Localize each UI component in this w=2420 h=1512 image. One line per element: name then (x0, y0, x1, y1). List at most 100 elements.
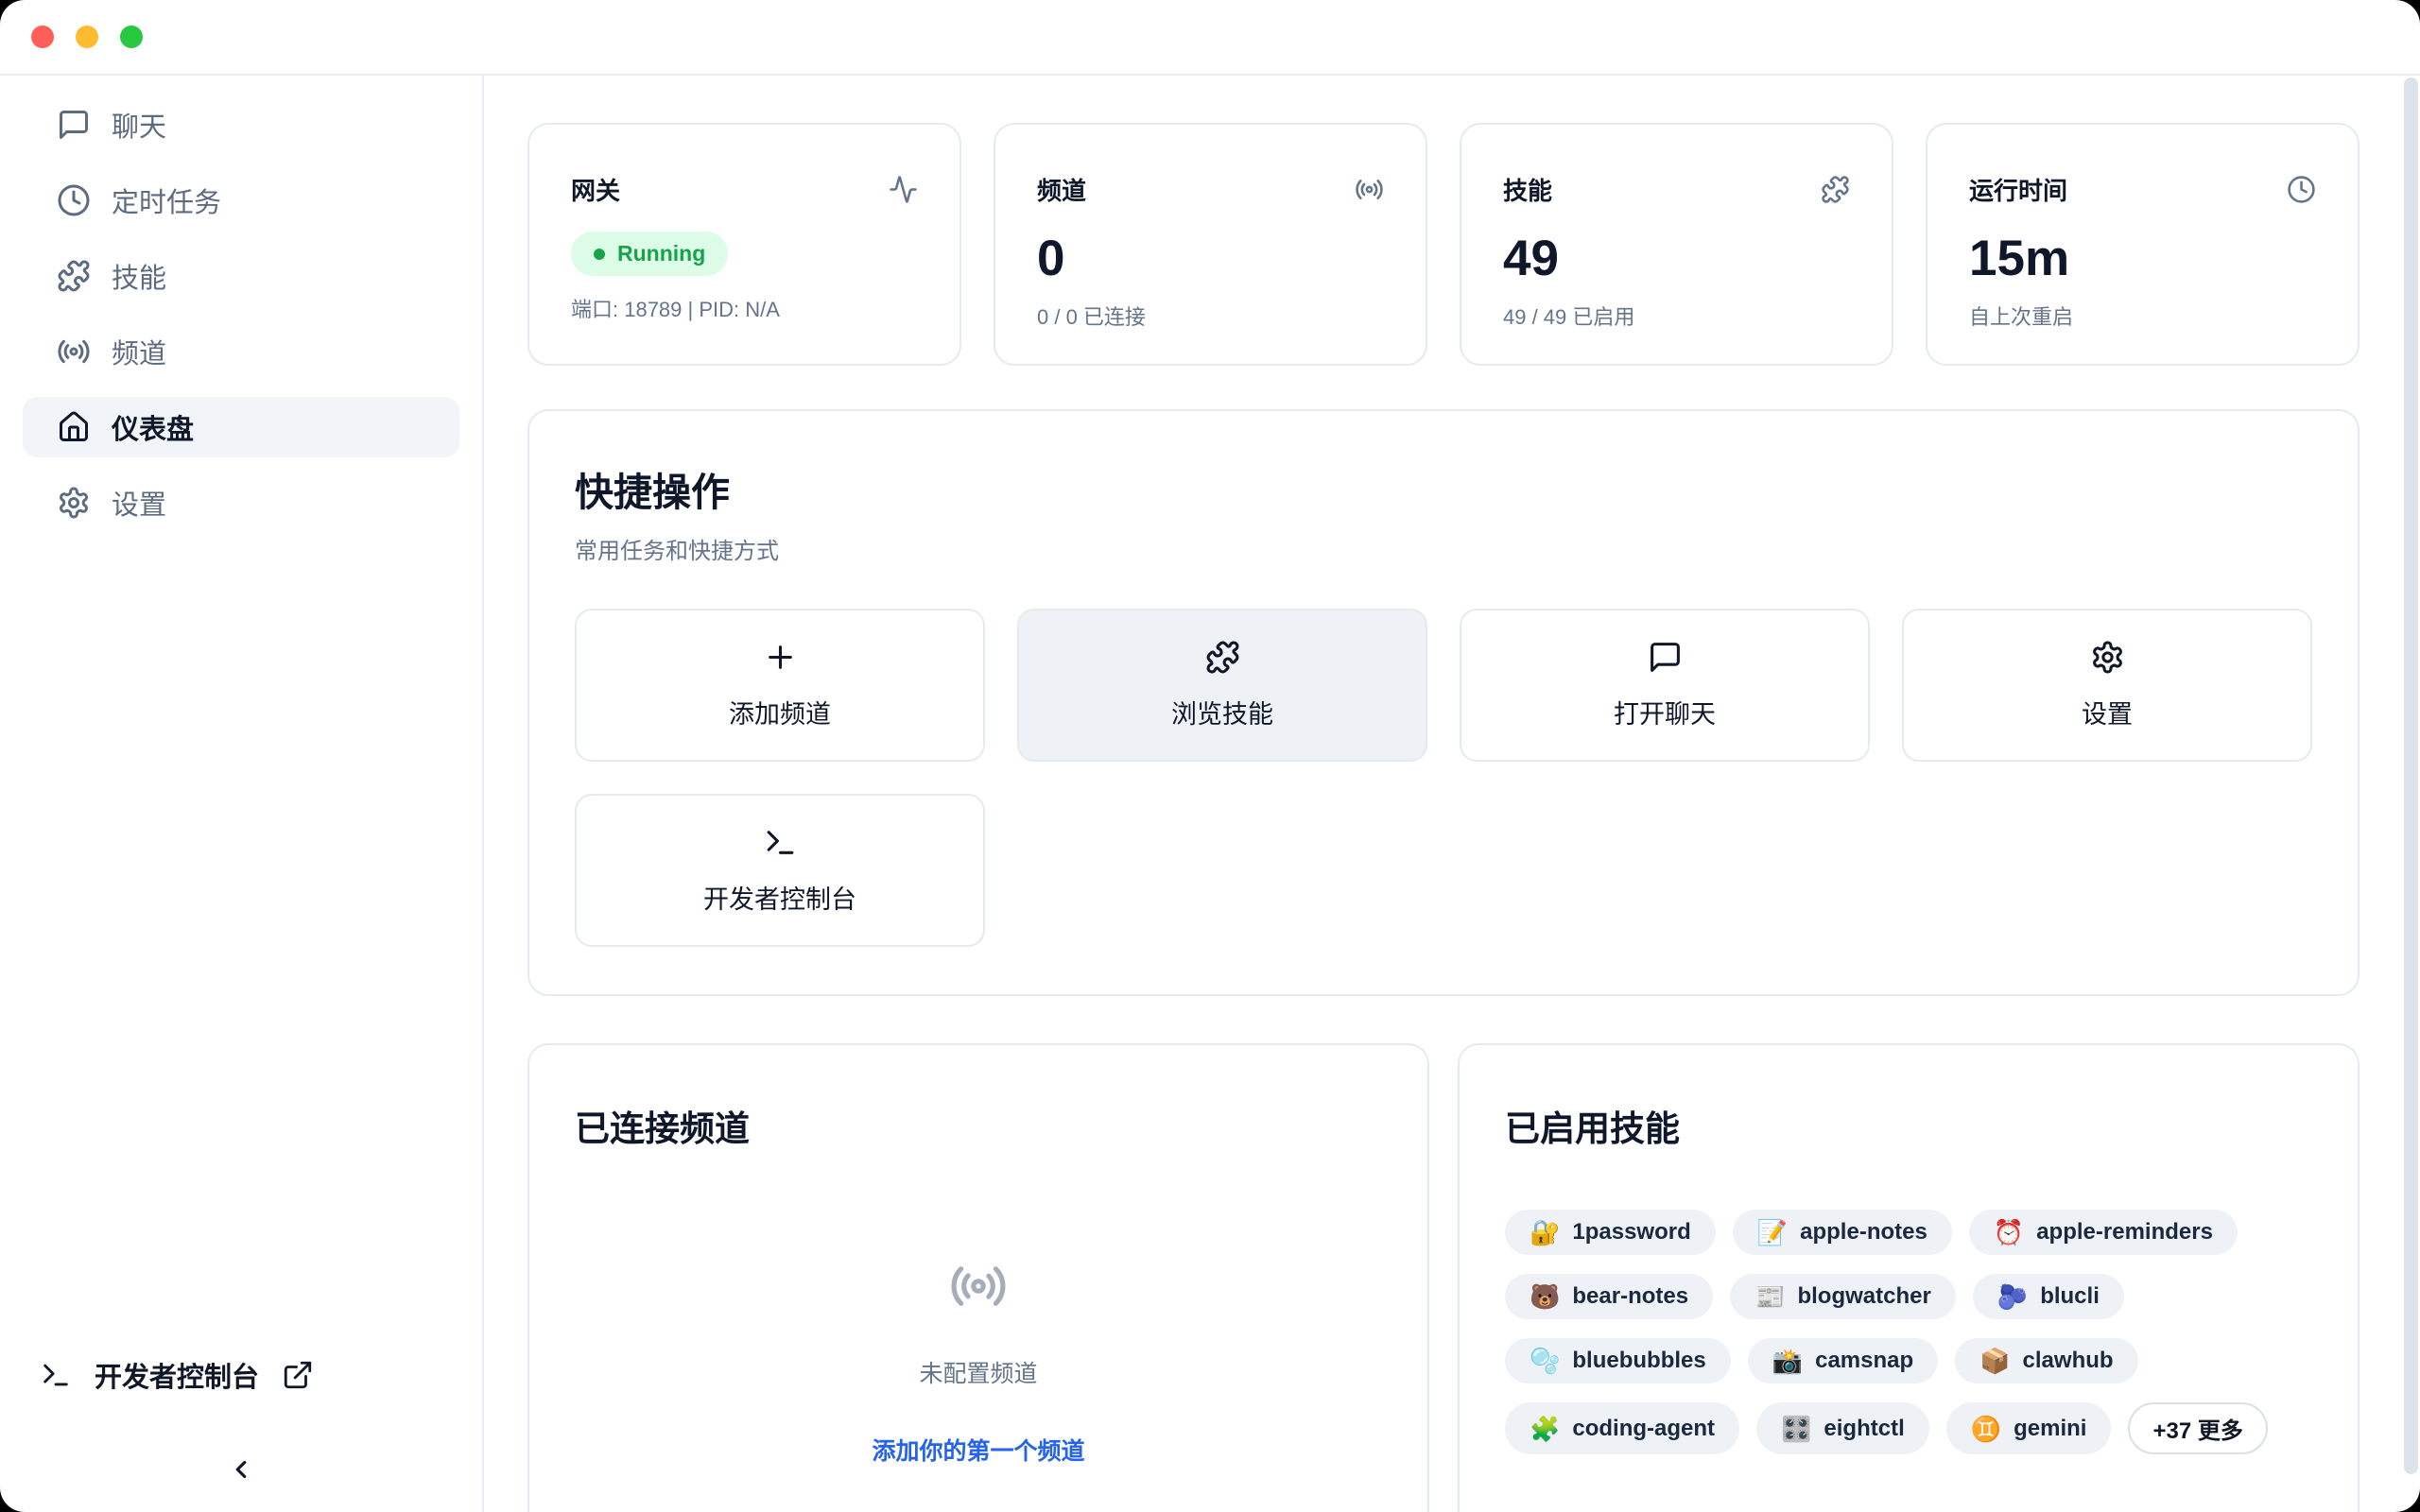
stat-detail: 端口: 18789 | PID: N/A (571, 293, 918, 323)
stat-detail: 自上次重启 (1969, 301, 2316, 331)
clock-icon (57, 183, 91, 217)
app-window: 聊天定时任务技能频道仪表盘设置 开发者控制台 网关Running端口: 1878… (0, 0, 2420, 1512)
skill-badge-blucli[interactable]: 🫐blucli (1973, 1274, 2124, 1319)
skills-more-label: +37 更多 (2152, 1412, 2242, 1445)
home-icon (57, 410, 91, 444)
sidebar-item-label: 聊天 (112, 105, 166, 145)
skill-badge-gemini[interactable]: ♊️gemini (1946, 1402, 2112, 1454)
sidebar-item-channels[interactable]: 频道 (23, 321, 459, 382)
skill-name: 1password (1572, 1219, 1690, 1246)
channels-empty-text: 未配置频道 (919, 1355, 1037, 1389)
terminal-icon (763, 825, 798, 860)
plus-icon (763, 640, 798, 675)
gateway-status-badge: Running (571, 232, 728, 276)
external-link-icon[interactable] (282, 1359, 314, 1391)
skill-name: blogwatcher (1797, 1283, 1930, 1310)
close-button[interactable] (31, 26, 54, 48)
activity-icon (889, 175, 918, 204)
quick-action-label: 打开聊天 (1614, 694, 1716, 730)
app-body: 聊天定时任务技能频道仪表盘设置 开发者控制台 网关Running端口: 1878… (0, 76, 2420, 1512)
sidebar-item-label: 设置 (112, 483, 166, 523)
skills-badge-list: 🔐1password📝apple-notes⏰apple-reminders🐻b… (1505, 1210, 2312, 1454)
skill-name: coding-agent (1572, 1416, 1715, 1442)
puzzle-icon (1821, 175, 1850, 204)
sidebar-dev-console[interactable]: 开发者控制台 (23, 1355, 459, 1395)
sidebar-item-cron[interactable]: 定时任务 (23, 170, 459, 231)
clock-icon (2287, 175, 2316, 204)
stat-card-skills: 技能 49 49 / 49 已启用 (1460, 123, 1893, 366)
skill-emoji: 🐻 (1530, 1284, 1560, 1309)
connected-channels-card: 已连接频道 未配置频道 添加你的第一个频道 (527, 1043, 1429, 1512)
stat-value: 0 (1037, 233, 1384, 284)
channels-empty-state: 未配置频道 添加你的第一个频道 (575, 1257, 1382, 1467)
skill-badge-bluebubbles[interactable]: 🫧 bluebubbles (1505, 1338, 1731, 1383)
main-content: 网关Running端口: 18789 | PID: N/A频道00 / 0 已连… (484, 76, 2420, 1512)
skill-emoji: 📝 (1757, 1220, 1788, 1245)
quick-action-open-chat[interactable]: 打开聊天 (1460, 609, 1870, 762)
skill-name: blucli (2040, 1283, 2100, 1310)
chat-icon (57, 108, 91, 142)
skill-emoji: 🫧 (1530, 1349, 1560, 1373)
skill-badge-apple-notes[interactable]: 📝 apple-notes (1733, 1210, 1952, 1255)
sidebar-collapse-button[interactable] (23, 1455, 459, 1484)
skill-badge-blogwatcher[interactable]: 📰blogwatcher (1730, 1274, 1956, 1319)
skill-name: apple-notes (1800, 1219, 1927, 1246)
status-label: Running (617, 241, 705, 266)
stat-detail: 49 / 49 已启用 (1503, 301, 1850, 331)
stat-value: 15m (1969, 233, 2316, 284)
sidebar: 聊天定时任务技能频道仪表盘设置 开发者控制台 (0, 76, 484, 1512)
stat-value: 49 (1503, 233, 1850, 284)
terminal-icon (40, 1359, 72, 1391)
stat-detail: 0 / 0 已连接 (1037, 301, 1384, 331)
gear-icon (57, 486, 91, 520)
add-first-channel-link[interactable]: 添加你的第一个频道 (872, 1433, 1084, 1467)
skill-badge-apple-reminders[interactable]: ⏰apple-reminders (1969, 1210, 2238, 1255)
skill-emoji: 📦 (1979, 1349, 2010, 1373)
quick-action-add-channel[interactable]: 添加频道 (575, 609, 985, 762)
quick-action-label: 浏览技能 (1171, 694, 1273, 730)
quick-action-dev-console[interactable]: 开发者控制台 (575, 794, 985, 947)
radio-icon (1355, 175, 1384, 204)
skill-badge-eightctl[interactable]: 🎛️eightctl (1756, 1402, 1929, 1454)
zoom-button[interactable] (120, 26, 143, 48)
sidebar-item-dashboard[interactable]: 仪表盘 (23, 397, 459, 457)
skill-badge-coding-agent[interactable]: 🧩 coding-agent (1505, 1402, 1739, 1454)
skill-emoji: 🧩 (1530, 1417, 1560, 1441)
stat-card-title: 运行时间 (1969, 172, 2067, 207)
skill-name: apple-reminders (2036, 1219, 2213, 1246)
skill-emoji: 📸 (1772, 1349, 1803, 1373)
puzzle-icon (57, 259, 91, 293)
quick-action-settings[interactable]: 设置 (1902, 609, 2312, 762)
dev-console-label: 开发者控制台 (95, 1355, 259, 1395)
radio-icon (949, 1257, 1008, 1315)
sidebar-footer: 开发者控制台 (23, 1355, 459, 1484)
puzzle-icon (1205, 640, 1240, 675)
skill-badge-bear-notes[interactable]: 🐻bear-notes (1505, 1274, 1713, 1319)
gear-icon (2090, 640, 2125, 675)
sidebar-item-chat[interactable]: 聊天 (23, 94, 459, 155)
quick-action-browse-skills[interactable]: 浏览技能 (1017, 609, 1427, 762)
skill-emoji: ♊️ (1971, 1417, 2001, 1441)
titlebar (0, 0, 2420, 76)
scrollbar-thumb[interactable] (2404, 77, 2418, 1474)
skill-name: bluebubbles (1572, 1348, 1705, 1374)
quick-actions-title: 快捷操作 (575, 460, 2312, 517)
quick-actions-grid: 添加频道浏览技能 打开聊天 设置开发者控制台 (575, 609, 2312, 947)
skills-more-button[interactable]: +37 更多 (2128, 1402, 2267, 1454)
sidebar-nav: 聊天定时任务技能频道仪表盘设置 (23, 94, 459, 533)
skill-name: clawhub (2023, 1348, 2114, 1374)
chevron-left-icon (227, 1455, 255, 1484)
skill-badge-camsnap[interactable]: 📸camsnap (1748, 1338, 1938, 1383)
skill-emoji: 🔐 (1530, 1220, 1560, 1245)
sidebar-item-skills[interactable]: 技能 (23, 246, 459, 306)
traffic-lights (31, 26, 143, 48)
stat-card-title: 技能 (1503, 172, 1552, 207)
sidebar-item-label: 定时任务 (112, 180, 221, 220)
skill-badge-1password[interactable]: 🔐 1password (1505, 1210, 1716, 1255)
skill-badge-clawhub[interactable]: 📦 clawhub (1955, 1338, 2137, 1383)
skill-name: eightctl (1824, 1416, 1904, 1442)
stat-card-uptime: 运行时间 15m 自上次重启 (1926, 123, 2360, 366)
sidebar-item-settings[interactable]: 设置 (23, 472, 459, 533)
minimize-button[interactable] (76, 26, 98, 48)
stat-card-gateway: 网关Running端口: 18789 | PID: N/A (527, 123, 961, 366)
